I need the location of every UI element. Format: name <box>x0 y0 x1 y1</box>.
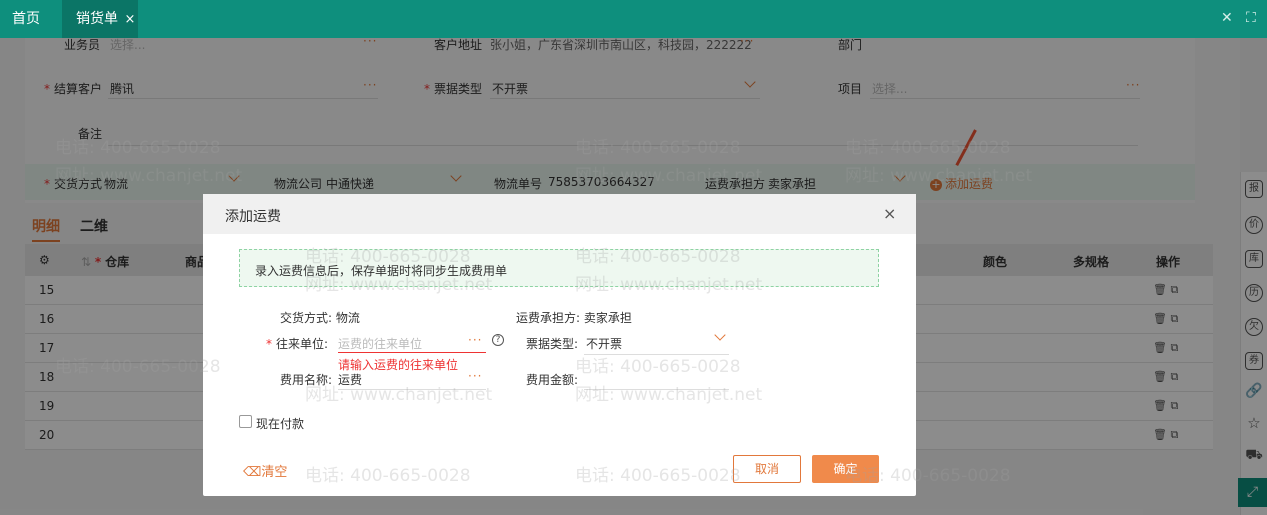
tab-close-icon[interactable]: × <box>124 12 135 27</box>
close-icon[interactable]: ✕ <box>1221 10 1233 26</box>
delivery-info: 交货方式: 物流 <box>280 311 360 325</box>
fullscreen-icon[interactable]: ⛶ <box>1246 10 1256 26</box>
tab-home[interactable]: 首页 <box>12 0 40 38</box>
partner-underline <box>338 352 486 353</box>
help-icon[interactable]: ? <box>492 334 504 346</box>
clear-label: 清空 <box>261 465 288 480</box>
invoice-type-label: 票据类型: <box>526 337 579 351</box>
partner-label: * 往来单位: <box>266 337 329 351</box>
pay-now-label: 现在付款 <box>256 417 305 431</box>
cancel-button[interactable]: 取消 <box>733 455 801 483</box>
info-banner: 录入运费信息后，保存单据时将同步生成费用单 <box>239 249 879 287</box>
dialog-header: 添加运费 × <box>203 194 916 234</box>
top-bar: 首页 销货单 × ✕ ⛶ <box>0 0 1267 38</box>
confirm-button[interactable]: 确定 <box>812 455 879 483</box>
fee-amount-input[interactable] <box>584 389 729 390</box>
partner-input[interactable]: 运费的往来单位 <box>338 335 422 352</box>
invoice-type-select[interactable]: 不开票 <box>586 335 622 352</box>
pay-now-checkbox[interactable] <box>239 415 252 428</box>
close-icon[interactable]: × <box>883 204 896 223</box>
info-text: 录入运费信息后，保存单据时将同步生成费用单 <box>255 264 508 278</box>
fee-name-input[interactable]: 运费 <box>338 371 362 388</box>
invoice-type-underline <box>584 354 729 355</box>
chevron-down-icon[interactable] <box>714 329 726 341</box>
fee-name-underline <box>338 389 486 390</box>
bearer-info: 运费承担方: 卖家承担 <box>516 311 632 325</box>
fee-name-label: 费用名称: <box>280 373 333 387</box>
partner-label-text: 往来单位: <box>276 337 329 351</box>
tab-sales-order-label: 销货单 <box>76 11 118 27</box>
fee-amount-label: 费用金额: <box>526 373 579 387</box>
eraser-icon: ⌫ <box>243 465 262 480</box>
tab-sales-order[interactable]: 销货单 × <box>62 0 138 38</box>
add-freight-dialog: 添加运费 × 录入运费信息后，保存单据时将同步生成费用单 交货方式: 物流 运费… <box>203 194 916 496</box>
fee-name-more-icon[interactable]: ··· <box>468 369 482 383</box>
dialog-title: 添加运费 <box>225 209 281 225</box>
clear-button[interactable]: ⌫清空 <box>243 461 287 480</box>
partner-more-icon[interactable]: ··· <box>468 333 482 347</box>
